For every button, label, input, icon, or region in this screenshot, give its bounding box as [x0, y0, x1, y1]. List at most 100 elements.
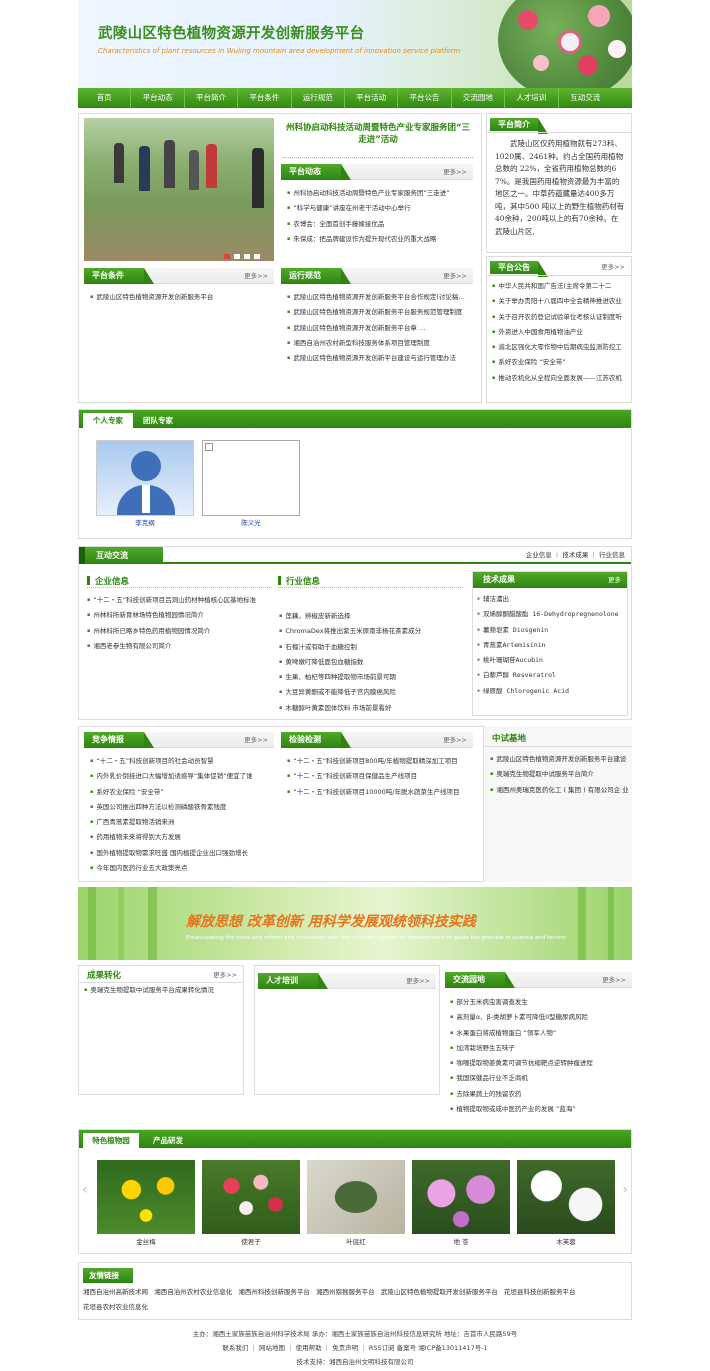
link-enterprise[interactable]: 企业信息: [526, 551, 552, 559]
list-item[interactable]: 关于举办贵阳十八届四中全会精神推进农业: [492, 294, 627, 309]
list-item[interactable]: 武陵山区特色植物资源开发创新平台建设与运行管理办法: [287, 351, 469, 366]
list-item[interactable]: 桃叶珊瑚苷Aucubin: [477, 653, 623, 668]
nav-item[interactable]: 平台公告: [398, 88, 452, 108]
list-item[interactable]: 绿原酸 Chlorogenic Acid: [477, 684, 623, 699]
list-item[interactable]: 青蒿素Artemisinin: [477, 638, 623, 653]
list-item[interactable]: 内外乳价倒挂进口大幅增加诱惑导“集体促销”便宜了谁: [90, 769, 270, 784]
list-item[interactable]: 双烯醇酮醋酸酯 16-Dehydropregnenolone: [477, 607, 623, 622]
friend-link[interactable]: 湘西自治州高新技术网: [83, 1288, 148, 1296]
list-item[interactable]: 黄啤嫩叮降低面包血糖指数: [279, 655, 465, 670]
rules-more-link[interactable]: 更多>>: [443, 268, 467, 284]
achievement-more-link[interactable]: 更多>>: [213, 969, 237, 979]
compete-more-link[interactable]: 更多>>: [244, 732, 268, 748]
list-item[interactable]: 我国保健品行业不乏商机: [450, 1071, 628, 1086]
avatar[interactable]: [202, 440, 300, 516]
nav-item[interactable]: 互动交流: [559, 88, 612, 108]
list-item[interactable]: 石榴汁或有助于血糖控制: [279, 640, 465, 655]
nav-item[interactable]: 首页: [78, 88, 132, 108]
list-item[interactable]: 植物提取物或成中医药产业的发展 “蓝海”: [450, 1102, 628, 1117]
list-item[interactable]: 湘西自治州农村新型科技服务体系项目管理制度: [287, 336, 469, 351]
list-item[interactable]: 国外植物提取物需求旺盛 国内植提企业出口强劲增长: [90, 846, 270, 861]
tech-more-link[interactable]: 更多: [608, 572, 621, 588]
list-item[interactable]: 奥瑞克生物提取中试服务平台简介: [490, 767, 628, 782]
list-item[interactable]: 武陵山区特色植物资源开发创新服务平台服务规范管理制度: [287, 305, 469, 320]
plant-photo[interactable]: [97, 1160, 195, 1234]
list-item[interactable]: 今年国内医药行业五大政策亮点: [90, 861, 270, 876]
list-item[interactable]: 武陵山区特色植物资源开发创新服务平台合作规定(讨论稿…: [287, 290, 469, 305]
expert-name[interactable]: 李克纲: [96, 517, 194, 527]
list-item[interactable]: 加湾栽培野生五味子: [450, 1041, 628, 1056]
exchange-more-link[interactable]: 更多>>: [602, 972, 626, 988]
arrow-right-icon[interactable]: ›: [622, 1182, 628, 1198]
plant-photo[interactable]: [307, 1160, 405, 1234]
news-photo[interactable]: [84, 118, 274, 261]
list-item[interactable]: 咖喱提取物姜黄素可调节抗缩靶点逆转肿瘤进程: [450, 1056, 628, 1071]
expert-name[interactable]: 陈义光: [202, 517, 300, 527]
list-item[interactable]: 广西青蒿素提取物活销来洲: [90, 815, 270, 830]
dynamic-more-link[interactable]: 更多>>: [443, 164, 467, 180]
footer-links[interactable]: 联系我们 ｜ 网站地图 ｜ 使用帮助 ｜ 免责声明 ｜ RSS订阅 备案号 湘I…: [0, 1342, 710, 1352]
list-item[interactable]: 辅洁濃出: [477, 592, 623, 607]
plant-name[interactable]: 叶底红: [307, 1236, 405, 1246]
list-item[interactable]: 薯蓣皂素 Diosgenin: [477, 623, 623, 638]
list-item[interactable]: “十二・五”科技创新项目吕洞山药材种植核心区基地标准: [87, 593, 273, 608]
list-item[interactable]: “科学与健康”讲座在州老干活动中心举行: [287, 201, 469, 216]
list-item[interactable]: 州林科所已略乡特色药用植物园情况简介: [87, 624, 273, 639]
nav-item[interactable]: 平台活动: [345, 88, 399, 108]
list-item[interactable]: 系好农业保险 “安全带”: [492, 355, 627, 370]
plant-photo[interactable]: [202, 1160, 300, 1234]
nav-item[interactable]: 平台动态: [131, 88, 185, 108]
list-item[interactable]: 部分玉米病虫害调查发生: [450, 995, 628, 1010]
list-item[interactable]: 大豆异黄酮或不能降低子宫内膜癌风险: [279, 685, 465, 700]
plant-name[interactable]: 使君子: [202, 1236, 300, 1246]
plant-name[interactable]: 地 菍: [412, 1236, 510, 1246]
list-item[interactable]: 药用植物未来将得到大方发展: [90, 830, 270, 845]
list-item[interactable]: 生果、柏杞等四种提取物市场前景可期: [279, 670, 465, 685]
list-item[interactable]: ChromaDex将推出紫玉米原南非杨花茶素成分: [279, 624, 465, 639]
list-item[interactable]: 白藜芦醇 Resveratrol: [477, 668, 623, 683]
nav-item[interactable]: 人才培训: [505, 88, 559, 108]
friend-link[interactable]: 花垣县科技创新服务平台: [504, 1288, 576, 1296]
list-item[interactable]: 水果蛋白将成植物蛋白 “领军人物”: [450, 1026, 628, 1041]
friend-link[interactable]: 湘西自治州农村农业信息化: [154, 1288, 232, 1296]
friend-link[interactable]: 花垣县农村农业信息化: [83, 1303, 148, 1311]
list-item[interactable]: “十二・五”科技创新项目的社会动员智慧: [90, 754, 270, 769]
tab-individual-experts[interactable]: 个人专家: [83, 413, 133, 428]
list-item[interactable]: 莲藕，辨椒皮新新选择: [279, 609, 465, 624]
list-item[interactable]: 系好农业保险 “安全带”: [90, 785, 270, 800]
list-item[interactable]: 去除果蔬上的残留农药: [450, 1087, 628, 1102]
list-item[interactable]: 湘西老参生物有限公司简介: [87, 639, 273, 654]
link-tech[interactable]: 技术成果: [562, 551, 588, 559]
nav-item[interactable]: 运行规范: [292, 88, 345, 108]
nav-item[interactable]: 平台条件: [238, 88, 292, 108]
list-item[interactable]: 州林科所新育林场特色植物园情况简介: [87, 608, 273, 623]
tab-special-plants[interactable]: 特色植物园: [83, 1133, 139, 1148]
conditions-more-link[interactable]: 更多>>: [244, 268, 268, 284]
friend-link[interactable]: 武陵山区特色植物提取开发创新服务平台: [381, 1288, 498, 1296]
list-item[interactable]: “十二・五”科技创新项目保健品生产线项目: [287, 769, 469, 784]
friend-link[interactable]: 湘西州科技创新服务平台: [238, 1288, 310, 1296]
notice-more-link[interactable]: 更多>>: [601, 261, 625, 274]
list-item[interactable]: 英国公司推出四种方法以检测磷酸铁骨素残度: [90, 800, 270, 815]
list-item[interactable]: 武陵山区特色植物资源开发创新服务平台章 …: [287, 321, 469, 336]
list-item[interactable]: 中华人民共和国广告法(主席令第二十二: [492, 279, 627, 294]
friend-link[interactable]: 湘西州猕猴服务平台: [316, 1288, 375, 1296]
list-item[interactable]: 湘西州奥瑞克医药化工 ( 集团 ) 有限公司企 业: [490, 783, 628, 798]
list-item[interactable]: “十二・五”科技创新项目800吨/年植物提取精深加工项目: [287, 754, 469, 769]
list-item[interactable]: 木糖醇叶黄素固体饮料 市场前景看好: [279, 701, 465, 716]
list-item[interactable]: “十二・五”科技创新项目10000吨/年脱水蔬菜生产线项目: [287, 785, 469, 800]
nav-item[interactable]: 交流园地: [452, 88, 506, 108]
list-item[interactable]: 渝北区强化大零作物中后期病虫监测防控工: [492, 340, 627, 355]
list-item[interactable]: 外资进入中国食用植物油产业: [492, 325, 627, 340]
list-item[interactable]: 朱保成：把品牌建设作为提升现代农业的重大战略: [287, 232, 469, 247]
plant-name[interactable]: 木芙蓉: [517, 1236, 615, 1246]
list-item[interactable]: 武陵山区特色植物资源开发创新服务平台建设: [490, 752, 628, 767]
list-item[interactable]: 高剂量α、β-类胡萝卜素可降低II型糖尿病风险: [450, 1010, 628, 1025]
plant-photo[interactable]: [517, 1160, 615, 1234]
list-item[interactable]: 推动农机化从全程向全面发展——江苏农机: [492, 371, 627, 386]
list-item[interactable]: 州科协启动科技活动周暨特色产业专家服务团“三走进”: [287, 186, 469, 201]
nav-item[interactable]: 平台简介: [185, 88, 239, 108]
headline[interactable]: 州科协启动科技活动周暨特色产业专家服务团“三走进”活动: [283, 122, 473, 146]
link-industry[interactable]: 行业信息: [599, 551, 625, 559]
testing-more-link[interactable]: 更多>>: [443, 732, 467, 748]
